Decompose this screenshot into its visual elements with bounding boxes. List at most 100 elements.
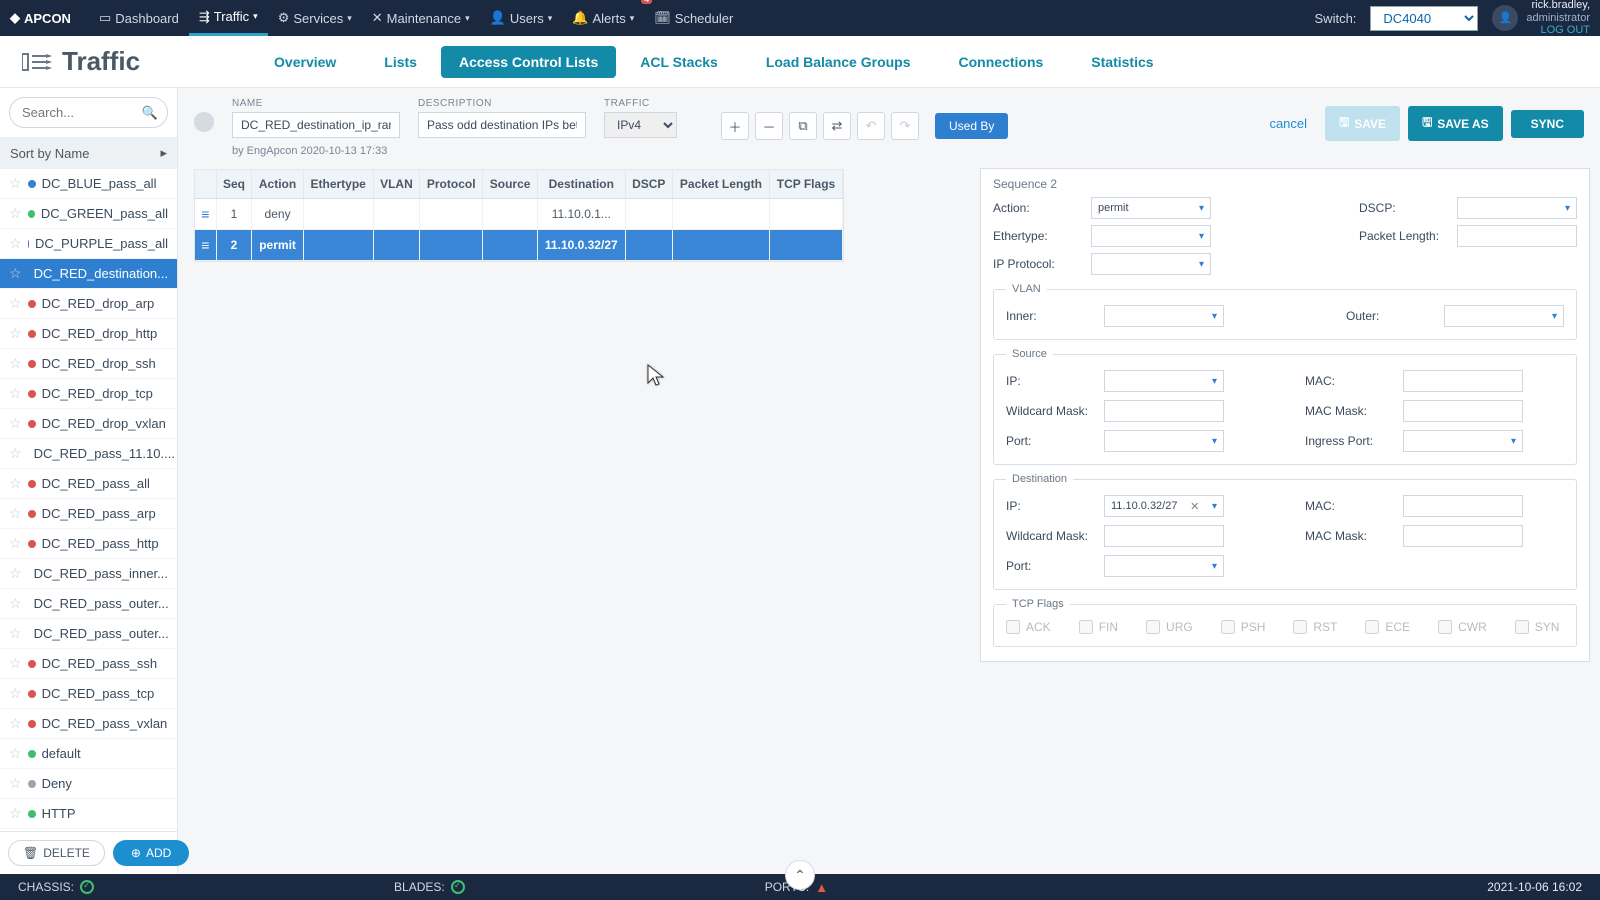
clear-icon[interactable]: ✕ — [1190, 500, 1199, 513]
expand-handle[interactable]: ⌃ — [785, 860, 815, 890]
col-header[interactable]: Packet Length — [672, 170, 769, 199]
tcp-flag-fin[interactable]: FIN — [1079, 620, 1118, 634]
star-icon[interactable]: ☆ — [9, 325, 22, 342]
star-icon[interactable]: ☆ — [9, 205, 22, 222]
star-icon[interactable]: ☆ — [9, 775, 22, 792]
table-row[interactable]: ≡ 1 deny 11.10.0.1... — [195, 199, 843, 230]
star-icon[interactable]: ☆ — [9, 745, 22, 762]
redo-button[interactable]: ↷ — [891, 112, 919, 140]
star-icon[interactable]: ☆ — [9, 445, 22, 462]
nav-maintenance[interactable]: ✕Maintenance▾ — [362, 0, 480, 36]
list-item[interactable]: ☆DC_RED_pass_outer... — [0, 589, 177, 619]
dest-ip-select[interactable]: 11.10.0.32/27 ✕ ▾ — [1104, 495, 1224, 517]
checkbox[interactable] — [1293, 620, 1307, 634]
action-select[interactable]: permit▾ — [1091, 197, 1211, 219]
star-icon[interactable]: ☆ — [9, 235, 22, 252]
list-item[interactable]: ☆DC_BLUE_pass_all — [0, 169, 177, 199]
nav-services[interactable]: ⚙Services▾ — [268, 0, 362, 36]
checkbox[interactable] — [1006, 620, 1020, 634]
table-row[interactable]: ≡ 2 permit 11.10.0.32/27 — [195, 230, 843, 261]
list-item[interactable]: ☆DC_RED_drop_tcp — [0, 379, 177, 409]
tab-lists[interactable]: Lists — [360, 36, 441, 87]
drag-handle-icon[interactable]: ≡ — [201, 237, 209, 253]
dest-mac-input[interactable] — [1403, 495, 1523, 517]
star-icon[interactable]: ☆ — [9, 415, 22, 432]
star-icon[interactable]: ☆ — [9, 505, 22, 522]
tcp-flag-urg[interactable]: URG — [1146, 620, 1193, 634]
star-icon[interactable]: ☆ — [9, 295, 22, 312]
list-item[interactable]: ☆DC_RED_pass_outer... — [0, 619, 177, 649]
switch-select[interactable]: DC4040 — [1370, 6, 1478, 31]
star-icon[interactable]: ☆ — [9, 475, 22, 492]
sort-header[interactable]: Sort by Name ▸ — [0, 137, 177, 169]
vlan-outer-select[interactable]: ▾ — [1444, 305, 1564, 327]
list-item[interactable]: ☆HTTP — [0, 799, 177, 829]
col-header[interactable]: VLAN — [373, 170, 420, 199]
list-item[interactable]: ☆DC_RED_pass_all — [0, 469, 177, 499]
desc-input[interactable] — [418, 112, 586, 138]
save-button[interactable]: 🖫SAVE — [1325, 106, 1400, 141]
ipproto-select[interactable]: ▾ — [1091, 253, 1211, 275]
checkbox[interactable] — [1515, 620, 1529, 634]
tcp-flag-ack[interactable]: ACK — [1006, 620, 1051, 634]
star-icon[interactable]: ☆ — [9, 355, 22, 372]
dscp-select[interactable]: ▾ — [1457, 197, 1577, 219]
dest-port-select[interactable]: ▾ — [1104, 555, 1224, 577]
list-item[interactable]: ☆Deny — [0, 769, 177, 799]
list-item[interactable]: ☆DC_RED_drop_http — [0, 319, 177, 349]
col-header[interactable]: Action — [252, 170, 303, 199]
star-icon[interactable]: ☆ — [9, 385, 22, 402]
dest-wild-input[interactable] — [1104, 525, 1224, 547]
search-icon[interactable]: 🔍 — [142, 105, 158, 121]
src-macmask-input[interactable] — [1403, 400, 1523, 422]
cancel-link[interactable]: cancel — [1269, 116, 1307, 131]
list-item[interactable]: ☆DC_RED_pass_arp — [0, 499, 177, 529]
list-item[interactable]: ☆DC_RED_drop_arp — [0, 289, 177, 319]
list-item[interactable]: ☆DC_RED_pass_vxlan — [0, 709, 177, 739]
tcp-flag-cwr[interactable]: CWR — [1438, 620, 1487, 634]
nav-scheduler[interactable]: 🗓Scheduler — [644, 0, 743, 36]
checkbox[interactable] — [1079, 620, 1093, 634]
ether-select[interactable]: ▾ — [1091, 225, 1211, 247]
vlan-inner-select[interactable]: ▾ — [1104, 305, 1224, 327]
star-icon[interactable]: ☆ — [9, 715, 22, 732]
save-as-button[interactable]: 🖫SAVE AS — [1408, 106, 1503, 141]
list-item[interactable]: ☆DC_RED_destination... — [0, 259, 177, 289]
list-item[interactable]: ☆DC_GREEN_pass_all — [0, 199, 177, 229]
used-by-button[interactable]: Used By — [935, 113, 1008, 139]
src-wild-input[interactable] — [1104, 400, 1224, 422]
star-icon[interactable]: ☆ — [9, 565, 22, 582]
src-mac-input[interactable] — [1403, 370, 1523, 392]
src-ip-select[interactable]: ▾ — [1104, 370, 1224, 392]
checkbox[interactable] — [1221, 620, 1235, 634]
checkbox[interactable] — [1365, 620, 1379, 634]
list-item[interactable]: ☆DC_RED_pass_ssh — [0, 649, 177, 679]
col-header[interactable]: Source — [483, 170, 538, 199]
star-icon[interactable]: ☆ — [9, 595, 22, 612]
drag-handle-icon[interactable]: ≡ — [201, 206, 209, 222]
nav-alerts[interactable]: 🔔4Alerts▾ — [562, 0, 644, 36]
star-icon[interactable]: ☆ — [9, 805, 22, 822]
col-header[interactable]: TCP Flags — [769, 170, 842, 199]
remove-row-button[interactable]: － — [755, 112, 783, 140]
checkbox[interactable] — [1146, 620, 1160, 634]
sync-button[interactable]: SYNC — [1511, 110, 1584, 138]
star-icon[interactable]: ☆ — [9, 625, 22, 642]
star-icon[interactable]: ☆ — [9, 685, 22, 702]
star-icon[interactable]: ☆ — [9, 535, 22, 552]
nav-dashboard[interactable]: ▭Dashboard — [89, 0, 189, 36]
col-header[interactable]: Ethertype — [303, 170, 373, 199]
undo-button[interactable]: ↶ — [857, 112, 885, 140]
checkbox[interactable] — [1438, 620, 1452, 634]
traffic-select[interactable]: IPv4 — [604, 112, 677, 138]
tab-acl-stacks[interactable]: ACL Stacks — [616, 36, 742, 87]
dest-macmask-input[interactable] — [1403, 525, 1523, 547]
list-item[interactable]: ☆DC_RED_drop_ssh — [0, 349, 177, 379]
list-item[interactable]: ☆DC_PURPLE_pass_all — [0, 229, 177, 259]
tcp-flag-rst[interactable]: RST — [1293, 620, 1337, 634]
delete-button[interactable]: 🗑DELETE — [8, 840, 105, 866]
tcp-flag-syn[interactable]: SYN — [1515, 620, 1560, 634]
list-item[interactable]: ☆DC_RED_pass_tcp — [0, 679, 177, 709]
list-item[interactable]: ☆DC_RED_pass_11.10.... — [0, 439, 177, 469]
tab-connections[interactable]: Connections — [935, 36, 1068, 87]
